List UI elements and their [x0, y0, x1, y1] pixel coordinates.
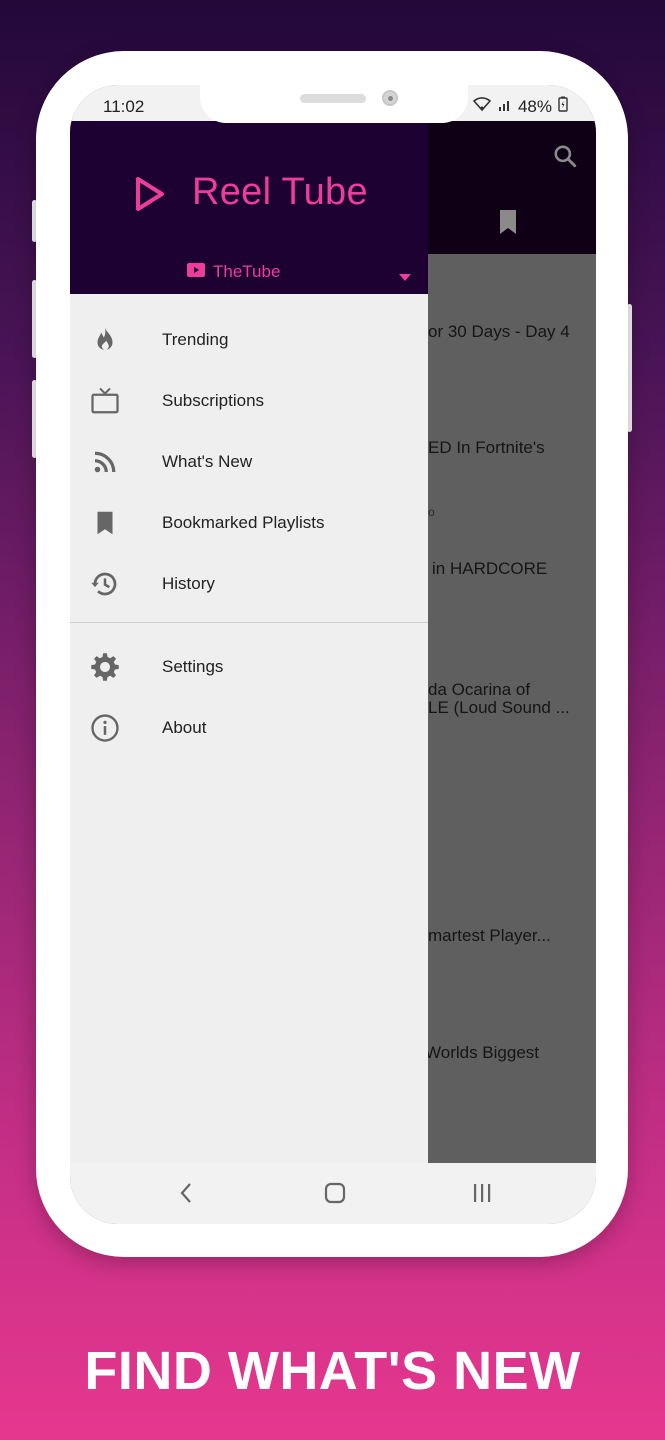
- camera-notch: [200, 85, 468, 123]
- rss-icon: [90, 447, 120, 477]
- battery-percent: 48%: [517, 96, 552, 116]
- play-logo-icon: [134, 176, 166, 217]
- menu-item-subscriptions[interactable]: Subscriptions: [70, 370, 428, 431]
- recents-icon[interactable]: [472, 1182, 492, 1209]
- menu-item-label: History: [162, 573, 215, 593]
- menu-item-about[interactable]: About: [70, 697, 428, 758]
- bookmark-icon: [90, 508, 120, 538]
- menu-item-whats-new[interactable]: What's New: [70, 431, 428, 492]
- list-item: ED In Fortnite's: [428, 438, 545, 457]
- list-item: or 30 Days - Day 4: [428, 322, 570, 341]
- home-icon[interactable]: [324, 1182, 346, 1209]
- list-item: LE (Loud Sound ...: [428, 698, 570, 717]
- list-item: da Ocarina of: [428, 680, 531, 699]
- back-icon[interactable]: [179, 1182, 193, 1209]
- menu-divider: [70, 622, 428, 623]
- history-icon: [90, 569, 120, 599]
- menu-item-label: Trending: [162, 329, 229, 349]
- menu-item-label: What's New: [162, 451, 253, 471]
- menu-item-label: Settings: [162, 656, 224, 676]
- menu-item-label: Bookmarked Playlists: [162, 512, 325, 532]
- menu-item-label: About: [162, 717, 207, 737]
- app-title: Reel Tube: [192, 171, 368, 213]
- list-item-meta: o: [428, 505, 435, 519]
- gear-icon: [90, 652, 120, 682]
- signal-icon: [498, 97, 512, 117]
- list-item: martest Player...: [428, 926, 551, 945]
- menu-item-settings[interactable]: Settings: [70, 636, 428, 697]
- fire-icon: [90, 325, 120, 355]
- menu-item-bookmarked-playlists[interactable]: Bookmarked Playlists: [70, 492, 428, 553]
- service-name: TheTube: [213, 262, 281, 281]
- battery-icon: [558, 96, 568, 117]
- service-selector[interactable]: TheTube: [187, 262, 280, 282]
- youtube-icon: [187, 262, 205, 282]
- tv-icon: [90, 386, 120, 416]
- list-item: Worlds Biggest: [425, 1043, 540, 1062]
- menu-item-trending[interactable]: Trending: [70, 309, 428, 370]
- phone-screen: 11:02 48% or 30 Days - Day 4 ED In Fortn…: [70, 85, 596, 1224]
- promo-caption: FIND WHAT'S NEW: [84, 1341, 581, 1401]
- drawer-header: Reel Tube TheTube: [70, 121, 428, 294]
- menu-item-history[interactable]: History: [70, 553, 428, 614]
- list-item: in HARDCORE: [432, 559, 548, 578]
- menu-item-label: Subscriptions: [162, 390, 265, 410]
- wifi-icon: [472, 96, 492, 117]
- earpiece: [300, 94, 366, 103]
- navigation-drawer: Reel Tube TheTube Trending Subscriptions: [70, 121, 428, 1163]
- status-time: 11:02: [103, 97, 145, 116]
- system-navigation-bar: [70, 1163, 596, 1224]
- info-icon: [90, 713, 120, 743]
- search-icon[interactable]: [552, 143, 578, 174]
- bookmark-tab-icon[interactable]: [498, 209, 518, 240]
- chevron-down-icon[interactable]: [399, 269, 411, 287]
- front-camera: [382, 90, 398, 106]
